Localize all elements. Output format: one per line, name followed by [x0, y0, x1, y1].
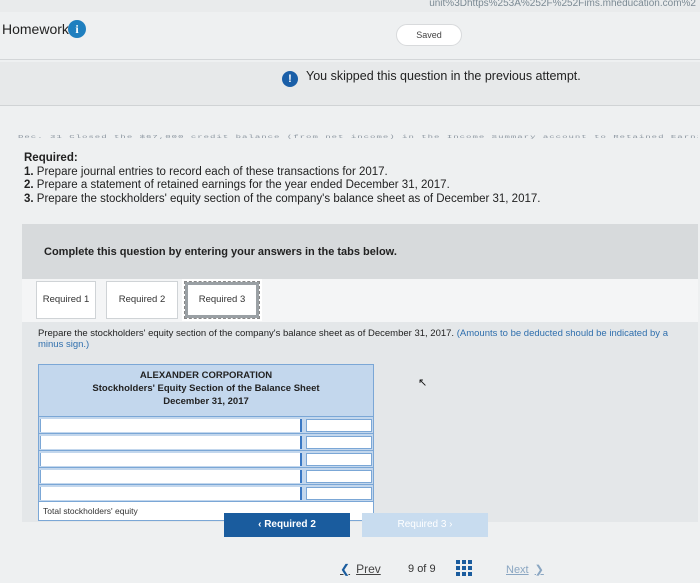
- prev-tab-button[interactable]: ‹ Required 2: [224, 513, 350, 537]
- amount-input[interactable]: [306, 470, 372, 483]
- browser-url-strip: unit%3Dhttps%253A%252F%252Fims.mheducati…: [0, 0, 700, 12]
- required-section: Required: 1. Prepare journal entries to …: [24, 152, 664, 206]
- complete-instructions-bar: Complete this question by entering your …: [22, 224, 698, 279]
- table-row: [39, 485, 373, 502]
- amount-input[interactable]: [306, 419, 372, 432]
- tab-required-3[interactable]: Required 3: [182, 279, 262, 321]
- account-input[interactable]: [40, 470, 302, 483]
- complete-instruction-text: Complete this question by entering your …: [44, 246, 397, 258]
- amount-input[interactable]: [306, 453, 372, 466]
- account-input[interactable]: [40, 487, 302, 500]
- table-row: [39, 468, 373, 485]
- next-tab-button[interactable]: Required 3 ›: [362, 513, 488, 537]
- homework-header: Homework i Saved: [0, 12, 700, 60]
- problem-clipped-text: Dec. 31 Closed the $67,000 credit balanc…: [18, 134, 698, 140]
- account-input[interactable]: [40, 436, 302, 449]
- alert-icon: !: [282, 71, 298, 87]
- tab-required-2[interactable]: Required 2: [106, 281, 178, 319]
- page-title: Homework: [2, 21, 69, 37]
- statement-date: December 31, 2017: [163, 396, 249, 407]
- table-header: ALEXANDER CORPORATION Stockholders' Equi…: [39, 365, 373, 417]
- statement-title: Stockholders' Equity Section of the Bala…: [92, 383, 320, 394]
- next-question-link[interactable]: Next ❯: [506, 563, 544, 576]
- required-item: 2. Prepare a statement of retained earni…: [24, 179, 450, 191]
- equity-section-table: ALEXANDER CORPORATION Stockholders' Equi…: [38, 364, 374, 521]
- chevron-right-icon: ❯: [534, 564, 544, 576]
- company-name: ALEXANDER CORPORATION: [139, 370, 273, 381]
- info-icon[interactable]: i: [68, 20, 86, 38]
- grid-icon[interactable]: [456, 560, 472, 576]
- amount-input[interactable]: [306, 436, 372, 449]
- page-indicator: 9 of 9: [408, 563, 436, 575]
- chevron-left-icon: ❮: [340, 562, 351, 576]
- table-row: [39, 434, 373, 451]
- account-input[interactable]: [40, 453, 302, 466]
- saved-status-badge: Saved: [396, 24, 462, 46]
- skip-message: You skipped this question in the previou…: [306, 69, 581, 83]
- url-text: unit%3Dhttps%253A%252F%252Fims.mheducati…: [429, 0, 696, 9]
- required-item: 3. Prepare the stockholders' equity sect…: [24, 192, 541, 205]
- panel-instruction: Prepare the stockholders' equity section…: [38, 328, 688, 350]
- required-item: 1. Prepare journal entries to record eac…: [24, 165, 388, 178]
- skip-alert-banner: ! You skipped this question in the previ…: [0, 62, 700, 106]
- tab-content-panel: Prepare the stockholders' equity section…: [22, 322, 698, 522]
- instruction-text: Prepare the stockholders' equity section…: [38, 328, 455, 339]
- table-row: [39, 417, 373, 434]
- prev-question-link[interactable]: ❮ Prev: [340, 562, 381, 576]
- mouse-cursor-icon: ↖: [418, 377, 428, 389]
- question-footer: ❮ Prev 9 of 9 Next ❯: [0, 548, 700, 583]
- account-input[interactable]: [40, 419, 302, 432]
- tab-required-1[interactable]: Required 1: [36, 281, 96, 319]
- required-heading: Required:: [24, 152, 78, 164]
- amount-input[interactable]: [306, 487, 372, 500]
- requirement-tabs: Required 1 Required 2 Required 3: [22, 279, 698, 323]
- table-row: [39, 451, 373, 468]
